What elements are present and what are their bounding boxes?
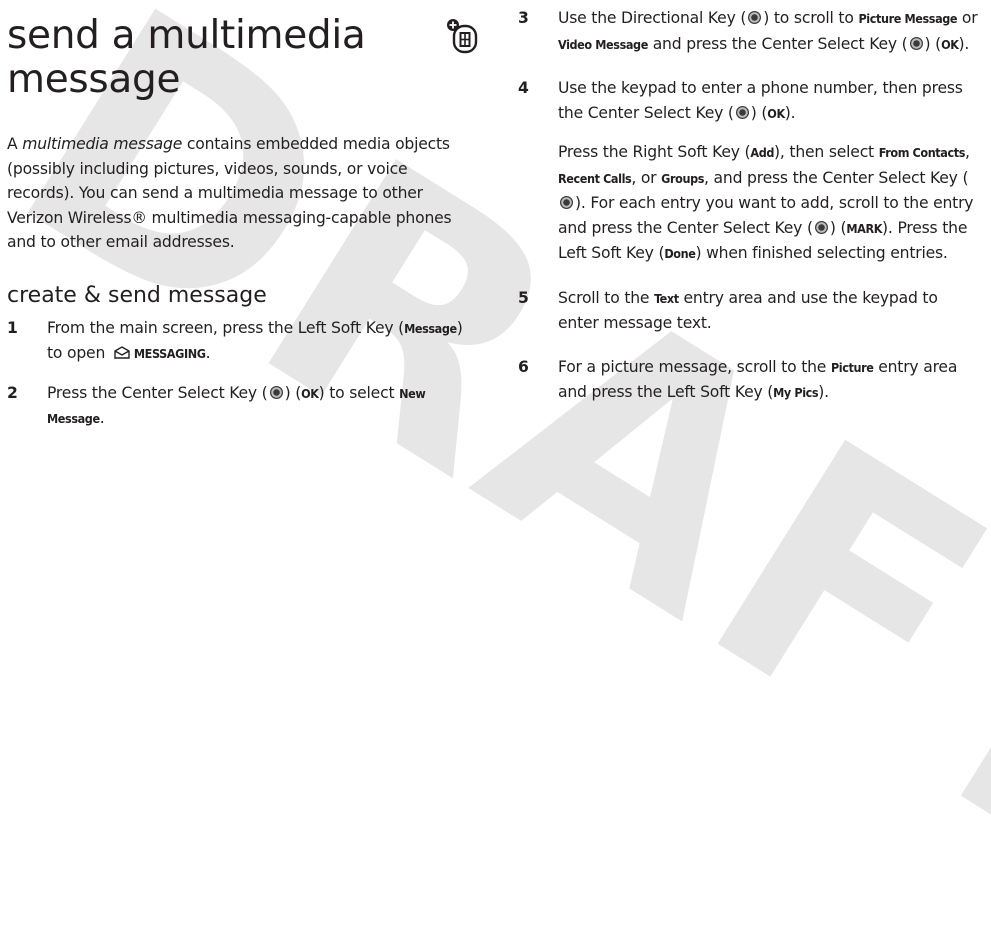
step-number: 6	[518, 357, 529, 376]
menu-label: Video Message	[558, 36, 648, 52]
page-title-line1: send a multimedia	[7, 13, 366, 58]
center-select-key-icon	[735, 105, 749, 119]
step-1: 1 From the main screen, press the Left S…	[7, 316, 477, 367]
feature-availability-icon	[447, 19, 478, 54]
key-label: Done	[664, 246, 696, 261]
menu-label: From Contacts	[878, 145, 966, 160]
key-label: My Pics	[773, 385, 819, 400]
key-label: OK	[767, 105, 785, 121]
step-number: 5	[518, 288, 529, 307]
section-heading: create & send message	[7, 282, 267, 308]
center-select-key-icon	[814, 220, 828, 234]
center-select-key-icon	[909, 36, 923, 50]
messaging-envelope-icon	[114, 346, 130, 359]
menu-label: Picture	[830, 359, 874, 375]
menu-label: MESSAGING	[133, 346, 206, 361]
key-label: OK	[941, 36, 959, 52]
page-title-line2: message	[7, 57, 181, 102]
menu-label: Picture Message	[858, 11, 958, 26]
step-4-continued: Press the Right Soft Key (Add), then sel…	[558, 143, 974, 262]
step-5: 5 Scroll to the Text entry area and use …	[518, 286, 983, 336]
intro-term: multimedia message	[22, 135, 183, 153]
title-block: send a multimedia message	[7, 0, 478, 114]
menu-label: Groups	[661, 170, 705, 186]
key-label: Add	[750, 145, 775, 160]
right-column: 3 Use the Directional Key () to scroll t…	[518, 0, 983, 406]
step-number: 1	[7, 318, 18, 337]
center-select-key-icon	[269, 385, 283, 399]
left-column: send a multimedia message A multimedia m…	[7, 0, 478, 432]
menu-label: Text	[654, 290, 679, 306]
step-number: 4	[518, 79, 529, 97]
center-select-key-icon	[560, 196, 573, 209]
step-4: 4 Use the keypad to enter a phone number…	[518, 76, 983, 126]
step-2: 2 Press the Center Select Key () (OK) to…	[7, 381, 477, 432]
key-label: Message	[404, 320, 457, 336]
key-label: OK	[301, 385, 319, 401]
directional-key-icon	[748, 11, 762, 24]
key-label: MARK	[846, 220, 883, 236]
page-title: send a multimedia message	[7, 0, 477, 102]
step-3: 3 Use the Directional Key () to scroll t…	[518, 6, 983, 57]
step-number: 2	[7, 383, 18, 402]
step-number: 3	[518, 9, 529, 27]
step-6: 6 For a picture message, scroll to the P…	[518, 355, 983, 406]
intro-paragraph: A multimedia message contains embedded m…	[7, 135, 452, 251]
menu-label: Recent Calls	[558, 170, 632, 186]
